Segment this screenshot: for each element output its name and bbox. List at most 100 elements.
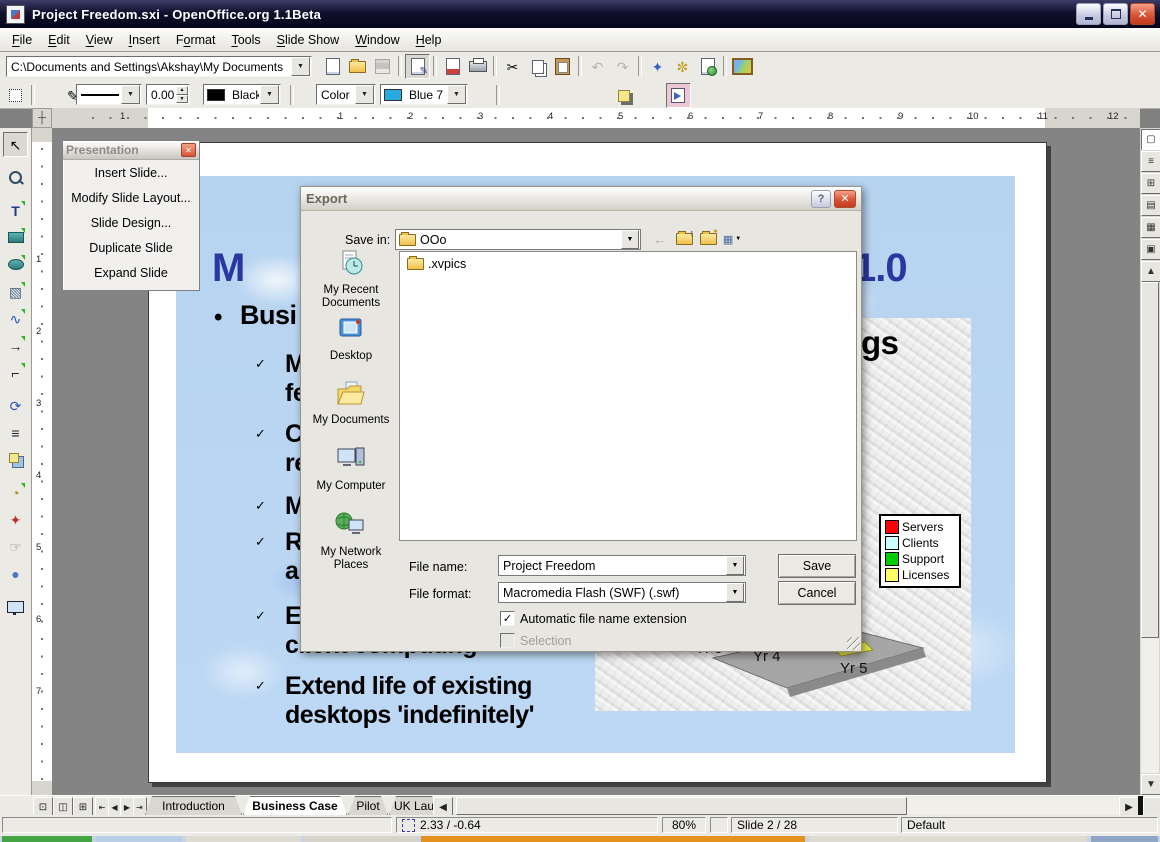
load-url-combo[interactable]: C:\Documents and Settings\Akshay\My Docu… — [6, 56, 312, 77]
scroll-down-button[interactable]: ▼ — [1141, 774, 1160, 795]
vertical-scrollbar-thumb[interactable] — [1141, 282, 1159, 638]
line-color-dropdown-icon[interactable]: ▼ — [260, 85, 279, 104]
fill-style-dropdown-icon[interactable]: ▼ — [355, 85, 374, 104]
line-style-dropdown-icon[interactable]: ▼ — [121, 85, 140, 104]
curve-icon[interactable]: ∿ — [3, 306, 28, 331]
new-document-icon[interactable] — [320, 54, 345, 79]
horizontal-ruler[interactable]: 1123456789101112 — [52, 108, 1140, 129]
back-icon[interactable]: ← — [649, 229, 671, 249]
tab-scroll-left-button[interactable]: ◀ — [433, 797, 453, 817]
resize-grip[interactable] — [847, 637, 860, 650]
save-in-dropdown-icon[interactable]: ▼ — [621, 230, 639, 249]
place-my-recent-documents[interactable]: My Recent Documents — [309, 249, 393, 310]
cancel-button[interactable]: Cancel — [778, 581, 856, 605]
tab-business-case[interactable]: Business Case — [243, 796, 347, 815]
ellipse-icon[interactable] — [3, 252, 28, 277]
3d-objects-icon[interactable]: ▧ — [3, 279, 28, 304]
animation-effects-icon[interactable]: ✦ — [3, 507, 28, 532]
scroll-up-button[interactable]: ▲ — [1141, 261, 1160, 282]
edit-file-icon[interactable]: ✎ — [405, 54, 430, 79]
zoom-level[interactable]: 80% — [662, 817, 706, 833]
restore-button[interactable] — [1103, 3, 1128, 25]
fill-color-dropdown-icon[interactable]: ▼ — [447, 85, 466, 104]
start-slide-show-button[interactable]: ▣ — [1141, 239, 1160, 260]
file-format-dropdown-icon[interactable]: ▼ — [726, 583, 744, 602]
open-document-icon[interactable] — [345, 54, 370, 79]
export-pdf-icon[interactable] — [440, 54, 465, 79]
connectors-icon[interactable]: ⌐ — [3, 360, 28, 385]
load-url-dropdown-icon[interactable]: ▼ — [291, 57, 310, 76]
horizontal-scrollbar[interactable] — [456, 797, 1118, 815]
menu-help[interactable]: Help — [408, 30, 450, 50]
file-name-combo[interactable]: Project Freedom ▼ — [498, 555, 746, 576]
menu-insert[interactable]: Insert — [121, 30, 168, 50]
file-item-xvpics[interactable]: .xvpics — [400, 252, 856, 271]
line-color-combo[interactable]: Black ▼ — [203, 84, 281, 105]
place-my-network-places[interactable]: My Network Places — [309, 511, 393, 572]
insert-text-icon[interactable]: T — [3, 198, 28, 223]
tab-pilot[interactable]: Pilot — [348, 796, 388, 815]
gallery-icon[interactable] — [730, 54, 755, 79]
paste-icon[interactable] — [550, 54, 575, 79]
handout-view-button[interactable]: ▦ — [1141, 217, 1160, 238]
dialog-help-button[interactable]: ? — [811, 190, 831, 208]
rectangle-icon[interactable] — [3, 225, 28, 250]
shadow-icon[interactable] — [611, 83, 636, 108]
palette-close-icon[interactable]: ✕ — [181, 143, 196, 157]
menu-tools[interactable]: Tools — [223, 30, 268, 50]
palette-title-bar[interactable]: Presentation ✕ — [63, 141, 199, 160]
presentation-box-icon[interactable] — [3, 594, 28, 619]
place-desktop[interactable]: Desktop — [309, 315, 393, 363]
dialog-title-bar[interactable]: Export ? ✕ — [301, 187, 861, 211]
select-icon[interactable]: ↖ — [3, 132, 28, 157]
rotate-icon[interactable]: ⟳ — [3, 393, 28, 418]
menu-file[interactable]: File — [4, 30, 40, 50]
palette-item-slide-design[interactable]: Slide Design... — [63, 210, 199, 235]
horizontal-scrollbar-thumb[interactable] — [456, 797, 907, 815]
navigator-icon[interactable]: ✦ — [645, 54, 670, 79]
slides-view-button[interactable]: ⊞ — [1141, 173, 1160, 194]
copy-icon[interactable] — [525, 54, 550, 79]
line-style-combo[interactable]: ▼ — [76, 84, 142, 105]
alignment-icon[interactable]: ≡ — [3, 420, 28, 445]
3d-controller-icon[interactable]: ● — [3, 561, 28, 586]
vertical-scrollbar[interactable] — [1141, 282, 1159, 773]
menu-window[interactable]: Window — [347, 30, 407, 50]
tab-introduction[interactable]: Introduction — [145, 796, 242, 815]
menu-format[interactable]: Format — [168, 30, 224, 50]
new-folder-icon[interactable]: ✶ — [697, 229, 719, 249]
tab-uk-lau[interactable]: UK Lau — [389, 796, 439, 815]
drawing-view-button[interactable]: ▢ — [1141, 129, 1160, 150]
close-button[interactable]: ✕ — [1130, 3, 1155, 25]
line-width-spinner[interactable]: ▲▼ — [176, 86, 188, 103]
insert-object-icon[interactable]: ◔ — [3, 480, 28, 505]
palette-item-duplicate-slide[interactable]: Duplicate Slide — [63, 235, 199, 260]
save-button[interactable]: Save — [778, 554, 856, 578]
cut-icon[interactable]: ✂ — [500, 54, 525, 79]
lines-arrows-icon[interactable]: → — [3, 333, 28, 358]
minimize-button[interactable] — [1076, 3, 1101, 25]
vertical-ruler[interactable]: 1234567 — [32, 128, 53, 795]
auto-extension-checkbox[interactable]: ✓ — [500, 611, 515, 626]
save-in-combo[interactable]: OOo ▼ — [395, 229, 641, 250]
zoom-icon[interactable] — [3, 165, 28, 190]
file-name-dropdown-icon[interactable]: ▼ — [726, 556, 744, 575]
menu-view[interactable]: View — [78, 30, 121, 50]
file-list[interactable]: .xvpics — [399, 251, 857, 541]
fill-color-combo[interactable]: Blue 7 ▼ — [380, 84, 468, 105]
outline-view-button[interactable]: ≡ — [1141, 151, 1160, 172]
palette-item-expand-slide[interactable]: Expand Slide — [63, 260, 199, 285]
hyperlink-icon[interactable] — [695, 54, 720, 79]
place-my-documents[interactable]: My Documents — [309, 379, 393, 427]
dialog-close-button[interactable]: ✕ — [834, 190, 856, 208]
autopilot-icon[interactable]: ✼ — [670, 54, 695, 79]
layer-mode-button[interactable]: ⊞ — [73, 797, 93, 817]
palette-item-modify-slide-layout[interactable]: Modify Slide Layout... — [63, 185, 199, 210]
page-mode-button[interactable]: ⊡ — [33, 797, 53, 817]
print-file-icon[interactable] — [465, 54, 490, 79]
notes-view-button[interactable]: ▤ — [1141, 195, 1160, 216]
edit-points-icon[interactable] — [3, 83, 28, 108]
rotation-mode-icon[interactable] — [666, 83, 691, 108]
line-width-field[interactable]: 0.00" ▲▼ — [146, 84, 190, 105]
master-mode-button[interactable]: ◫ — [53, 797, 73, 817]
